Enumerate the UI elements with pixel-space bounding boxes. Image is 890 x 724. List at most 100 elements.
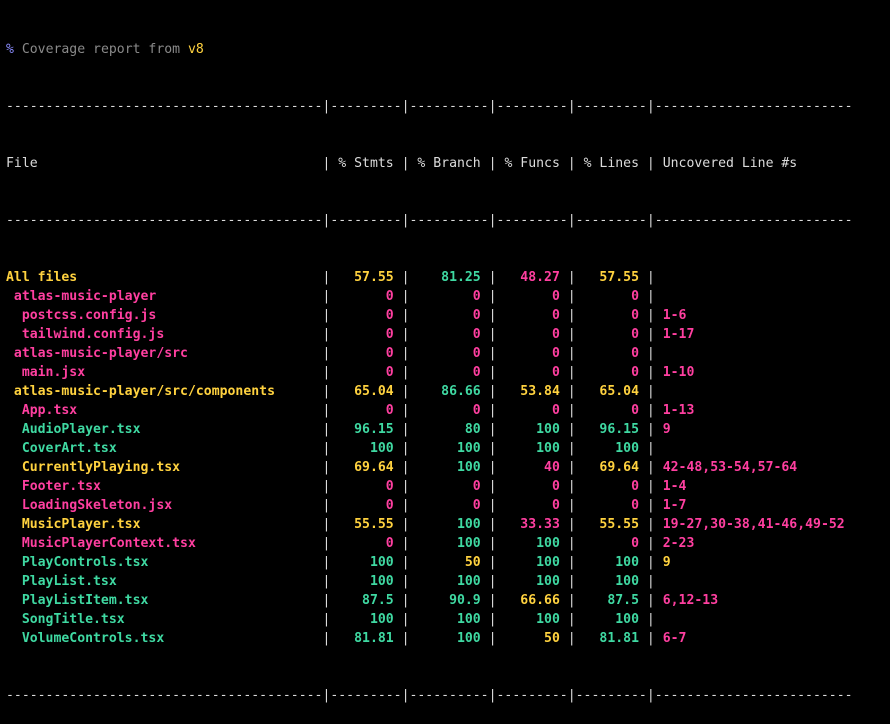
row-branch: 81.25 <box>409 270 489 285</box>
row-funcs: 66.66 <box>496 593 568 608</box>
table-row: PlayControls.tsx | 100 | 50 | 100 | 100 … <box>6 553 890 572</box>
row-stmts: 0 <box>330 479 402 494</box>
column-divider: | <box>646 479 655 494</box>
column-divider: | <box>322 612 331 627</box>
column-divider: | <box>567 498 576 513</box>
row-lines: 0 <box>575 498 647 513</box>
column-divider: | <box>401 308 410 323</box>
column-divider: | <box>488 422 497 437</box>
row-stmts: 100 <box>330 574 402 589</box>
row-stmts: 0 <box>330 498 402 513</box>
column-divider: | <box>488 346 497 361</box>
column-divider: | <box>401 441 410 456</box>
row-file-name: MusicPlayerContext.tsx <box>6 536 323 551</box>
column-divider: | <box>567 536 576 551</box>
col-header-lines: % Lines <box>575 156 647 171</box>
table-row: App.tsx | 0 | 0 | 0 | 0 | 1-13 <box>6 401 890 420</box>
row-file-name: tailwind.config.js <box>6 327 323 342</box>
row-uncovered <box>655 612 663 627</box>
column-divider: | <box>322 593 331 608</box>
row-branch: 50 <box>409 555 489 570</box>
row-stmts: 69.64 <box>330 460 402 475</box>
column-divider: | <box>401 612 410 627</box>
column-divider: | <box>488 479 497 494</box>
row-stmts: 81.81 <box>330 631 402 646</box>
column-divider: | <box>322 631 331 646</box>
row-stmts: 65.04 <box>330 384 402 399</box>
column-divider: | <box>567 441 576 456</box>
row-uncovered <box>655 574 663 589</box>
row-uncovered: 1-7 <box>654 498 687 513</box>
row-branch: 0 <box>409 289 489 304</box>
row-uncovered <box>655 270 663 285</box>
row-uncovered: 19-27,30-38,41-46,49-52 <box>654 517 845 532</box>
row-lines: 0 <box>575 479 647 494</box>
column-divider: | <box>567 612 576 627</box>
row-uncovered: 6-7 <box>654 631 687 646</box>
table-row: PlayListItem.tsx | 87.5 | 90.9 | 66.66 |… <box>6 591 890 610</box>
table-row: atlas-music-player/src | 0 | 0 | 0 | 0 | <box>6 344 890 363</box>
column-divider: | <box>567 346 576 361</box>
row-stmts: 100 <box>330 441 402 456</box>
column-divider: | <box>401 365 410 380</box>
row-branch: 90.9 <box>409 593 489 608</box>
row-lines: 81.81 <box>575 631 647 646</box>
row-branch: 0 <box>409 479 489 494</box>
column-divider: | <box>646 346 655 361</box>
row-branch: 100 <box>409 517 489 532</box>
row-branch: 100 <box>409 574 489 589</box>
row-file-name: CoverArt.tsx <box>6 441 323 456</box>
row-uncovered <box>655 346 663 361</box>
column-divider: | <box>401 536 410 551</box>
row-funcs: 0 <box>496 289 568 304</box>
row-funcs: 0 <box>496 403 568 418</box>
row-lines: 0 <box>575 308 647 323</box>
column-divider: | <box>646 403 655 418</box>
column-divider: | <box>322 574 331 589</box>
column-divider: | <box>488 365 497 380</box>
column-divider: | <box>401 422 410 437</box>
row-uncovered: 1-6 <box>654 308 687 323</box>
row-funcs: 50 <box>496 631 568 646</box>
column-divider: | <box>567 384 576 399</box>
column-divider: | <box>488 441 497 456</box>
table-row: postcss.config.js | 0 | 0 | 0 | 0 | 1-6 <box>6 306 890 325</box>
column-divider: | <box>488 403 497 418</box>
column-divider: | <box>646 441 655 456</box>
row-file-name: PlayControls.tsx <box>6 555 323 570</box>
row-stmts: 100 <box>330 555 402 570</box>
column-divider: | <box>646 612 655 627</box>
row-branch: 0 <box>409 327 489 342</box>
table-row: VolumeControls.tsx | 81.81 | 100 | 50 | … <box>6 629 890 648</box>
column-divider: | <box>646 555 655 570</box>
column-divider: | <box>488 384 497 399</box>
row-funcs: 100 <box>496 422 568 437</box>
row-branch: 0 <box>409 346 489 361</box>
table-row: MusicPlayer.tsx | 55.55 | 100 | 33.33 | … <box>6 515 890 534</box>
row-branch: 100 <box>409 612 489 627</box>
row-funcs: 0 <box>496 479 568 494</box>
column-divider: | <box>567 365 576 380</box>
row-stmts: 57.55 <box>330 270 402 285</box>
row-file-name: atlas-music-player/src/components <box>6 384 323 399</box>
row-file-name: LoadingSkeleton.jsx <box>6 498 323 513</box>
column-divider: | <box>401 384 410 399</box>
coverage-rows: All files | 57.55 | 81.25 | 48.27 | 57.5… <box>6 268 890 648</box>
column-divider: | <box>488 308 497 323</box>
column-divider: | <box>488 612 497 627</box>
column-divider: | <box>646 460 655 475</box>
row-uncovered: 9 <box>654 555 671 570</box>
row-lines: 0 <box>575 403 647 418</box>
column-divider: | <box>401 479 410 494</box>
row-uncovered: 9 <box>654 422 671 437</box>
col-header-branch: % Branch <box>409 156 489 171</box>
row-stmts: 55.55 <box>330 517 402 532</box>
row-branch: 100 <box>409 631 489 646</box>
column-divider: | <box>646 593 655 608</box>
row-lines: 57.55 <box>575 270 647 285</box>
column-divider: | <box>488 536 497 551</box>
row-lines: 69.64 <box>575 460 647 475</box>
column-divider: | <box>488 517 497 532</box>
row-uncovered: 6,12-13 <box>654 593 719 608</box>
column-divider: | <box>567 289 576 304</box>
